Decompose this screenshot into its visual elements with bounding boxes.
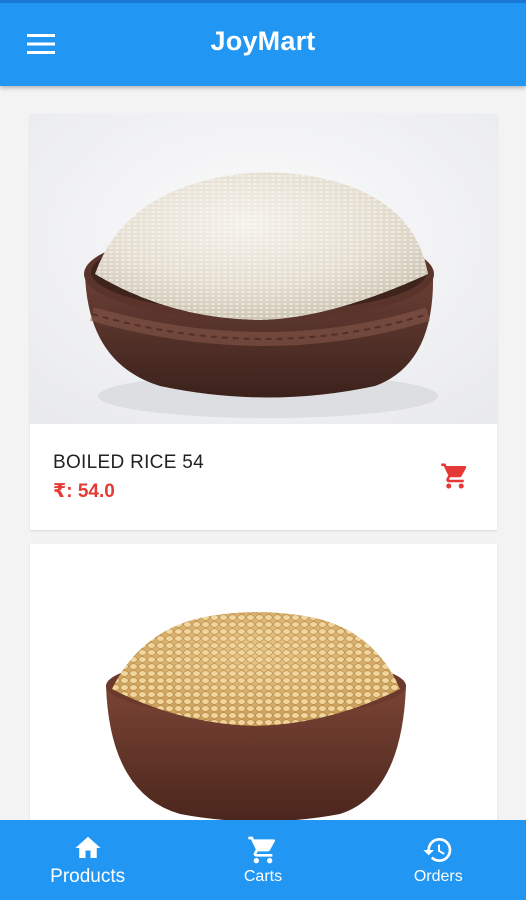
product-info: BOILED RICE 54 ₹: 54.0 [30, 424, 497, 530]
cart-icon [248, 836, 275, 864]
status-strip [0, 0, 526, 3]
add-to-cart-icon [441, 463, 467, 489]
product-price: ₹: 54.0 [53, 481, 115, 502]
rice-bowl-image [30, 114, 497, 424]
product-card[interactable]: BOILED RICE 54 ₹: 54.0 [30, 114, 497, 530]
nav-carts-label: Carts [243, 868, 283, 885]
history-icon [423, 838, 452, 862]
nav-orders[interactable]: Orders [351, 820, 526, 900]
app-screen: JoyMart BOILED RICE 54 ₹: 54.0 Products … [0, 0, 526, 900]
nav-orders-label: Orders [413, 868, 463, 885]
app-title: JoyMart [210, 26, 316, 56]
add-to-cart-button[interactable] [435, 456, 475, 496]
bottom-navigation: Products Carts Orders [0, 820, 526, 900]
nav-products[interactable]: Products [0, 820, 175, 900]
product-image[interactable] [30, 114, 497, 424]
lentil-bowl-image [30, 544, 497, 820]
product-card[interactable] [30, 544, 497, 820]
app-bar: JoyMart [0, 0, 526, 86]
product-name: BOILED RICE 54 [53, 452, 204, 473]
product-list[interactable]: BOILED RICE 54 ₹: 54.0 [0, 86, 526, 820]
home-icon [75, 836, 101, 858]
nav-carts[interactable]: Carts [175, 820, 350, 900]
product-image[interactable] [30, 544, 497, 820]
nav-products-label: Products [50, 866, 126, 887]
